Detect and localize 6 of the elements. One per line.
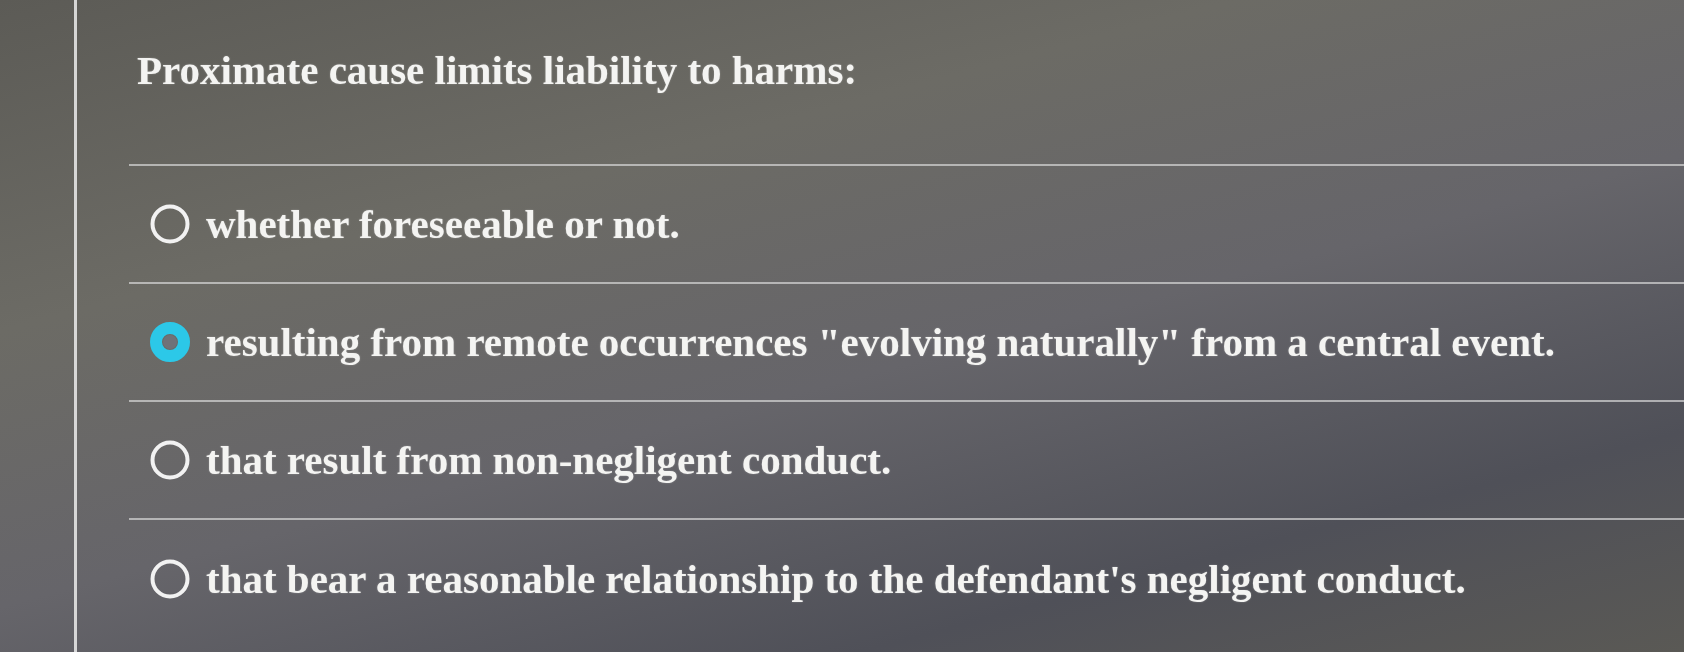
option-label[interactable]: resulting from remote occurrences "evolving naturally" from a central event. <box>206 318 1555 366</box>
option-label[interactable]: that result from non-negligent conduct. <box>206 436 892 484</box>
radio-button[interactable] <box>150 322 190 362</box>
option-label[interactable]: whether foreseeable or not. <box>206 200 680 248</box>
question-text: Proximate cause limits liability to harms: <box>137 46 858 94</box>
option-label[interactable]: that bear a reasonable relationship to the defendant's negligent conduct. <box>206 555 1466 603</box>
